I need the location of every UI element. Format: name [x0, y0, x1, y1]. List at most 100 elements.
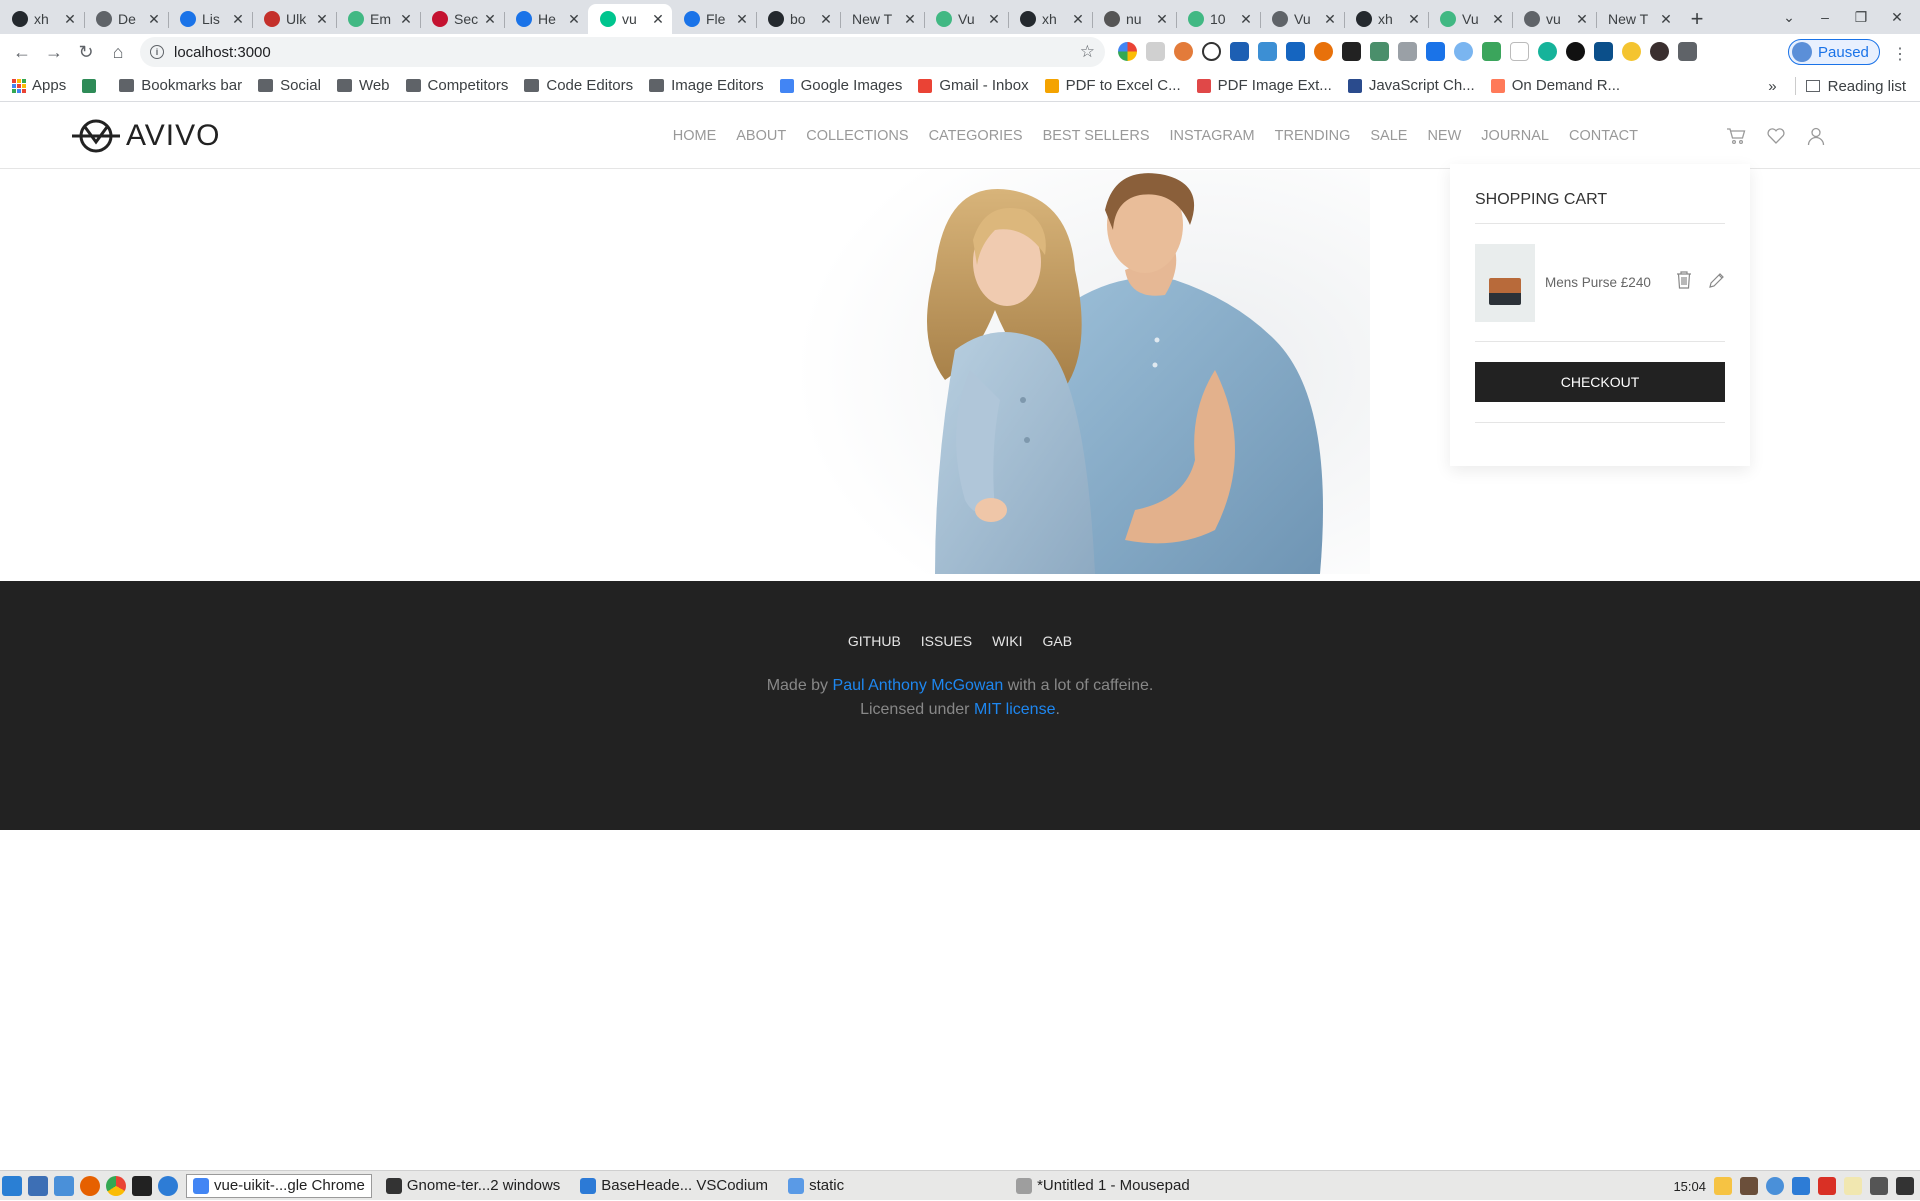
- taskbar-window[interactable]: BaseHeade... VSCodium: [574, 1174, 774, 1198]
- nav-item-best-sellers[interactable]: BEST SELLERS: [1043, 128, 1150, 144]
- tab[interactable]: New T ✕: [1596, 4, 1680, 34]
- nav-item-home[interactable]: HOME: [673, 128, 717, 144]
- taskbar-window[interactable]: vue-uikit-...gle Chrome: [186, 1173, 372, 1198]
- bookmark-apps[interactable]: Apps: [12, 77, 66, 94]
- address-bar[interactable]: i localhost:3000 ☆: [140, 37, 1105, 67]
- tab[interactable]: Fle ✕: [672, 4, 756, 34]
- footer-link-gab[interactable]: GAB: [1043, 633, 1073, 649]
- close-tab-icon[interactable]: ✕: [1070, 11, 1086, 28]
- footer-link-github[interactable]: GITHUB: [848, 633, 901, 649]
- extension-icon[interactable]: [1174, 42, 1193, 61]
- extension-icon[interactable]: [1258, 42, 1277, 61]
- extension-icon[interactable]: [1398, 42, 1417, 61]
- tab[interactable]: xh ✕: [0, 4, 84, 34]
- nav-item-categories[interactable]: CATEGORIES: [929, 128, 1023, 144]
- bookmark-w[interactable]: [82, 78, 103, 93]
- close-tab-icon[interactable]: ✕: [146, 11, 162, 28]
- close-tab-icon[interactable]: ✕: [1238, 11, 1254, 28]
- site-logo[interactable]: AVIVO: [72, 118, 220, 154]
- tab[interactable]: Vu ✕: [1260, 4, 1344, 34]
- author-link[interactable]: Paul Anthony McGowan: [833, 677, 1004, 694]
- tray-icon[interactable]: [1740, 1177, 1758, 1195]
- tab[interactable]: New T ✕: [840, 4, 924, 34]
- nav-item-sale[interactable]: SALE: [1370, 128, 1407, 144]
- close-tab-icon[interactable]: ✕: [62, 11, 78, 28]
- nav-item-trending[interactable]: TRENDING: [1275, 128, 1351, 144]
- tab[interactable]: He ✕: [504, 4, 588, 34]
- close-tab-icon[interactable]: ✕: [986, 11, 1002, 28]
- extension-icon[interactable]: [1454, 42, 1473, 61]
- license-link[interactable]: MIT license: [974, 701, 1056, 718]
- extension-icon[interactable]: [1482, 42, 1501, 61]
- tab[interactable]: Ulk ✕: [252, 4, 336, 34]
- close-window-icon[interactable]: ✕: [1890, 9, 1904, 26]
- taskbar-window[interactable]: *Untitled 1 - Mousepad: [1010, 1174, 1196, 1198]
- extension-icon[interactable]: [1230, 42, 1249, 61]
- puzzle-icon[interactable]: [1678, 42, 1697, 61]
- back-icon[interactable]: ←: [6, 36, 38, 68]
- bookmark-pdfimg[interactable]: PDF Image Ext...: [1196, 77, 1332, 94]
- bookmark-folder[interactable]: Code Editors: [524, 77, 633, 94]
- user-icon[interactable]: [1806, 126, 1826, 146]
- tab[interactable]: Sec ✕: [420, 4, 504, 34]
- bookmark-pdf[interactable]: PDF to Excel C...: [1044, 77, 1181, 94]
- product-thumbnail[interactable]: [1475, 243, 1535, 322]
- firefox-icon[interactable]: [80, 1175, 100, 1196]
- terminal-icon[interactable]: [132, 1175, 152, 1196]
- heart-icon[interactable]: [1766, 126, 1786, 146]
- tab[interactable]: vu ✕: [588, 4, 672, 34]
- close-tab-icon[interactable]: ✕: [902, 11, 918, 28]
- trash-icon[interactable]: [1675, 270, 1693, 295]
- close-tab-icon[interactable]: ✕: [1154, 11, 1170, 28]
- reading-list-button[interactable]: Reading list: [1828, 78, 1906, 95]
- reload-icon[interactable]: ↻: [70, 36, 102, 68]
- extension-icon[interactable]: [1538, 42, 1557, 61]
- extension-icon[interactable]: [1286, 42, 1305, 61]
- extension-icon[interactable]: [1146, 42, 1165, 61]
- nav-item-journal[interactable]: JOURNAL: [1481, 128, 1549, 144]
- show-desktop-icon[interactable]: [28, 1175, 48, 1196]
- tray-icon[interactable]: [1844, 1177, 1862, 1195]
- forward-icon[interactable]: →: [38, 36, 70, 68]
- cart-item-label[interactable]: Mens Purse £240: [1545, 275, 1669, 290]
- tab[interactable]: Vu ✕: [924, 4, 1008, 34]
- extension-icon[interactable]: [1426, 42, 1445, 61]
- site-info-icon[interactable]: i: [150, 45, 164, 59]
- tab[interactable]: xh ✕: [1008, 4, 1092, 34]
- bookmark-star-icon[interactable]: ☆: [1080, 42, 1095, 62]
- menu-icon[interactable]: ⋮: [1892, 44, 1908, 64]
- url-text[interactable]: localhost:3000: [174, 44, 1080, 61]
- close-tab-icon[interactable]: ✕: [1406, 11, 1422, 28]
- nav-item-about[interactable]: ABOUT: [736, 128, 786, 144]
- extension-icon[interactable]: [1370, 42, 1389, 61]
- close-tab-icon[interactable]: ✕: [1490, 11, 1506, 28]
- bookmark-google[interactable]: Google Images: [779, 77, 902, 94]
- bookmark-folder[interactable]: Web: [336, 77, 390, 94]
- taskbar-window[interactable]: static: [782, 1174, 850, 1198]
- extension-icon[interactable]: [1510, 42, 1529, 61]
- nav-item-new[interactable]: NEW: [1427, 128, 1461, 144]
- close-tab-icon[interactable]: ✕: [230, 11, 246, 28]
- tab[interactable]: bo ✕: [756, 4, 840, 34]
- minimize-icon[interactable]: –: [1818, 9, 1832, 25]
- cart-icon[interactable]: [1726, 126, 1746, 146]
- restore-icon[interactable]: ❐: [1854, 9, 1868, 26]
- checkout-button[interactable]: CHECKOUT: [1475, 362, 1725, 402]
- footer-link-wiki[interactable]: WIKI: [992, 633, 1022, 649]
- tray-icon[interactable]: [1870, 1177, 1888, 1195]
- file-manager-icon[interactable]: [54, 1175, 74, 1196]
- tab[interactable]: Em ✕: [336, 4, 420, 34]
- tray-icon[interactable]: [1896, 1177, 1914, 1195]
- bookmark-hubspot[interactable]: On Demand R...: [1490, 77, 1620, 94]
- github-desktop-icon[interactable]: [158, 1175, 178, 1196]
- chrome-icon[interactable]: [106, 1175, 126, 1196]
- extension-icon[interactable]: [1650, 42, 1669, 61]
- extension-icon[interactable]: [1314, 42, 1333, 61]
- tab[interactable]: 10 ✕: [1176, 4, 1260, 34]
- extension-icon[interactable]: [1566, 42, 1585, 61]
- bookmark-folder[interactable]: Image Editors: [649, 77, 764, 94]
- close-tab-icon[interactable]: ✕: [818, 11, 834, 28]
- profile-paused-button[interactable]: Paused: [1788, 39, 1880, 65]
- tab[interactable]: nu ✕: [1092, 4, 1176, 34]
- close-tab-icon[interactable]: ✕: [1322, 11, 1338, 28]
